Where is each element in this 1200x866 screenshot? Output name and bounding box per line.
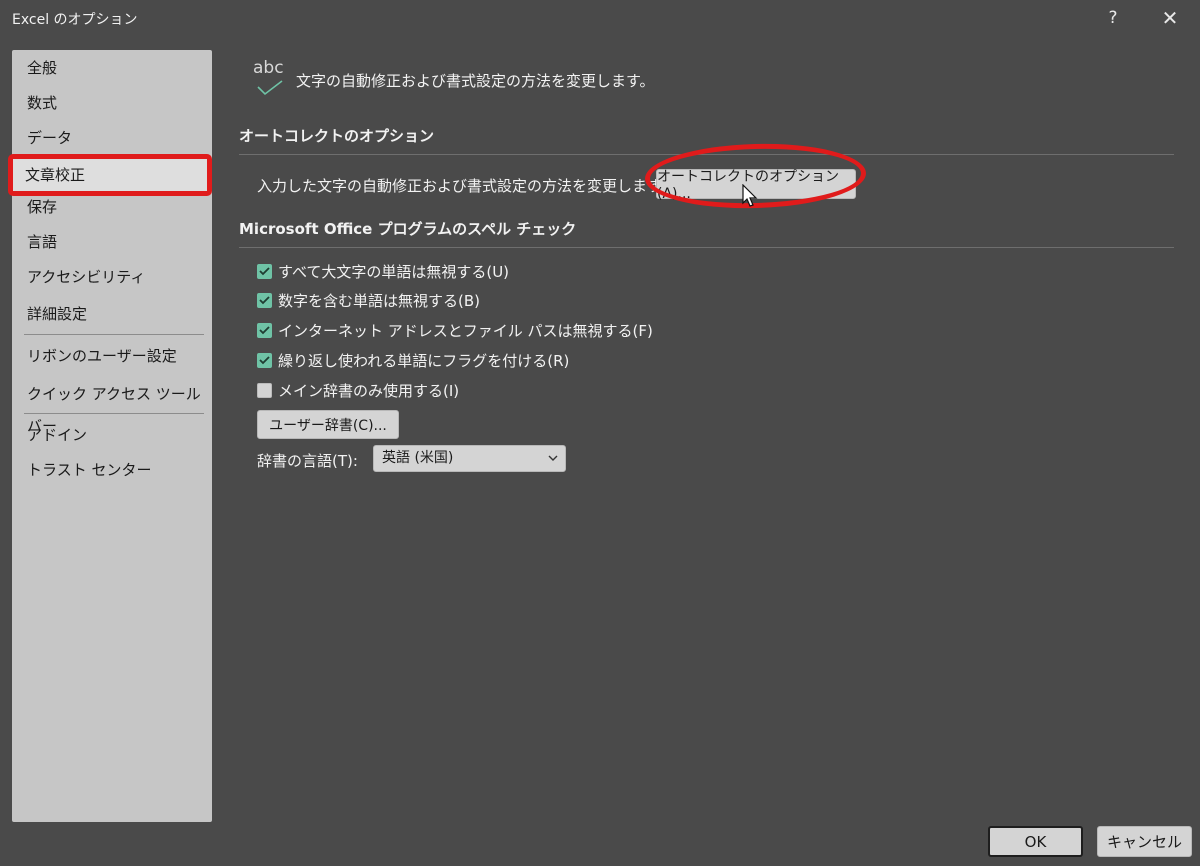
option-label: メイン辞書のみ使用する(I) bbox=[278, 381, 460, 400]
sidebar-nav: 全般 数式 データ 文章校正 保存 言語 アクセシビリティ 詳細設定 リボンのユ… bbox=[8, 50, 212, 822]
autocorrect-description: 入力した文字の自動修正および書式設定の方法を変更します: bbox=[257, 177, 668, 195]
sidebar-item-customize-ribbon[interactable]: リボンのユーザー設定 bbox=[12, 340, 212, 372]
sidebar-item-proofing[interactable]: 文章校正 bbox=[8, 154, 212, 196]
sidebar-divider bbox=[24, 413, 204, 414]
page-description: 文字の自動修正および書式設定の方法を変更します。 bbox=[296, 72, 655, 90]
dictionary-language-select[interactable]: 英語 (米国) bbox=[373, 445, 566, 472]
dictionary-language-label: 辞書の言語(T): bbox=[257, 452, 358, 470]
checkbox-unchecked-icon[interactable] bbox=[257, 382, 272, 398]
option-label: 繰り返し使われる単語にフラグを付ける(R) bbox=[278, 351, 570, 370]
checkbox-checked-icon[interactable] bbox=[257, 322, 272, 338]
sidebar-item-language[interactable]: 言語 bbox=[12, 226, 212, 258]
sidebar-item-formulas[interactable]: 数式 bbox=[12, 87, 212, 119]
cancel-button[interactable]: キャンセル bbox=[1097, 826, 1192, 857]
ok-button[interactable]: OK bbox=[988, 826, 1083, 857]
sidebar-item-advanced[interactable]: 詳細設定 bbox=[12, 298, 212, 330]
window-title: Excel のオプション bbox=[12, 12, 138, 28]
checkbox-checked-icon[interactable] bbox=[257, 263, 272, 279]
checkbox-checked-icon[interactable] bbox=[257, 292, 272, 308]
option-label: インターネット アドレスとファイル パスは無視する(F) bbox=[278, 321, 653, 340]
option-ignore-internet-file[interactable]: インターネット アドレスとファイル パスは無視する(F) bbox=[257, 318, 653, 342]
sidebar-item-data[interactable]: データ bbox=[12, 122, 212, 154]
option-ignore-numbers[interactable]: 数字を含む単語は無視する(B) bbox=[257, 288, 480, 312]
sidebar-divider bbox=[24, 334, 204, 335]
sidebar-item-accessibility[interactable]: アクセシビリティ bbox=[12, 261, 212, 293]
checkbox-checked-icon[interactable] bbox=[257, 352, 272, 368]
dictionary-language-value: 英語 (米国) bbox=[382, 450, 454, 466]
section-divider bbox=[239, 247, 1174, 248]
sidebar-item-general[interactable]: 全般 bbox=[12, 52, 212, 84]
option-label: すべて大文字の単語は無視する(U) bbox=[278, 262, 510, 281]
spellcheck-section-title: Microsoft Office プログラムのスペル チェック bbox=[239, 220, 577, 238]
close-button[interactable]: ✕ bbox=[1152, 4, 1188, 32]
abc-icon-text: abc bbox=[253, 58, 284, 78]
close-icon: ✕ bbox=[1161, 6, 1179, 30]
sidebar-item-quick-access-toolbar[interactable]: クイック アクセス ツール バー bbox=[12, 378, 212, 435]
chevron-down-icon bbox=[548, 455, 558, 461]
section-divider bbox=[239, 154, 1174, 155]
sidebar-item-addins[interactable]: アドイン bbox=[12, 419, 212, 451]
mouse-cursor-icon bbox=[742, 184, 758, 207]
help-button[interactable]: ? bbox=[1095, 4, 1131, 32]
autocorrect-section-title: オートコレクトのオプション bbox=[239, 127, 435, 145]
option-ignore-uppercase[interactable]: すべて大文字の単語は無視する(U) bbox=[257, 259, 509, 283]
sidebar-item-save[interactable]: 保存 bbox=[12, 191, 212, 223]
checkmark-icon bbox=[257, 80, 283, 96]
help-icon: ? bbox=[1108, 8, 1118, 28]
option-label: 数字を含む単語は無視する(B) bbox=[278, 291, 480, 310]
option-main-dictionary-only[interactable]: メイン辞書のみ使用する(I) bbox=[257, 378, 459, 402]
sidebar-item-trust-center[interactable]: トラスト センター bbox=[12, 454, 212, 486]
user-dictionary-button[interactable]: ユーザー辞書(C)... bbox=[257, 410, 399, 439]
title-bar: Excel のオプション ? ✕ bbox=[0, 0, 1200, 36]
option-flag-repeated[interactable]: 繰り返し使われる単語にフラグを付ける(R) bbox=[257, 348, 569, 372]
abc-check-icon: abc bbox=[253, 58, 293, 98]
main-content: abc 文字の自動修正および書式設定の方法を変更します。 オートコレクトのオプシ… bbox=[220, 40, 1190, 830]
